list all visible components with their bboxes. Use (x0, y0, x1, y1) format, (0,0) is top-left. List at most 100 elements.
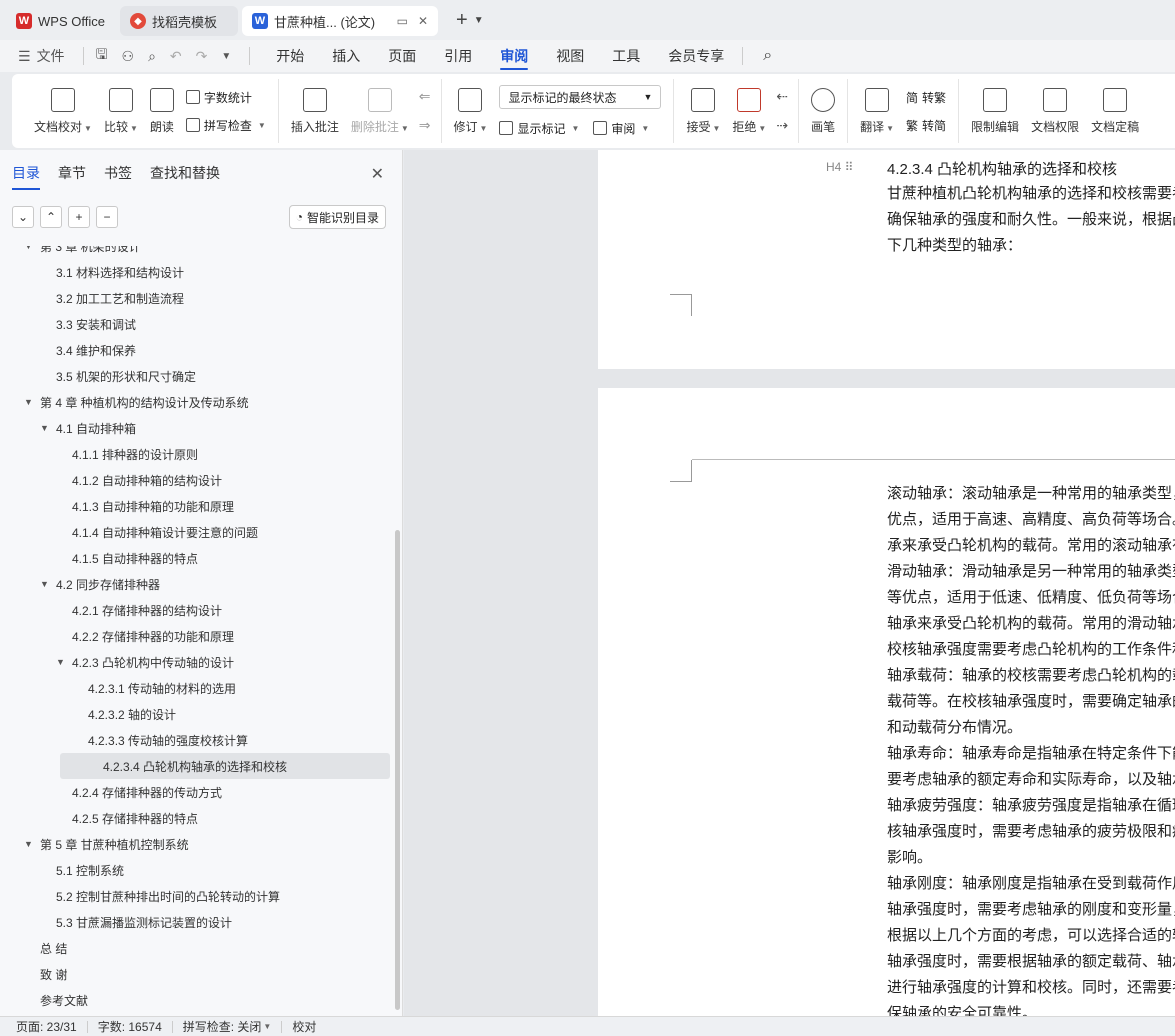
toc-item[interactable]: 3.5 机架的形状和尺寸确定 (0, 363, 395, 389)
paragraph-line[interactable]: 载荷等。在校核轴承强度时，需要确定轴承的基本额定载荷和动载荷 (887, 688, 1175, 714)
expand-arrow-icon[interactable]: ▼ (40, 579, 52, 589)
toc-item[interactable]: 致 谢 (0, 961, 395, 987)
paragraph-line[interactable]: 下几种类型的轴承： (887, 232, 1022, 258)
word-count-button[interactable]: 字数统计 (185, 88, 266, 106)
spell-check-status[interactable]: 拼写检查: 关闭 ▼ (173, 1020, 283, 1034)
menu-start[interactable]: 开始 (262, 40, 318, 72)
paragraph-line[interactable]: 和动载荷分布情况。 (887, 714, 1022, 740)
toc-item[interactable]: 参考文献 (0, 987, 395, 1013)
read-aloud-button[interactable]: 朗读 (144, 79, 180, 143)
remove-heading-icon[interactable]: − (96, 206, 118, 228)
toc-scrollbar[interactable] (395, 530, 400, 1010)
toc-item[interactable]: 4.1.3 自动排种箱的功能和原理 (0, 493, 395, 519)
paragraph-line[interactable]: 轴承疲劳强度：轴承疲劳强度是指轴承在循环载荷作用下出现疲 (887, 792, 1175, 818)
revise-button[interactable]: 修订 ▼ (448, 79, 494, 143)
collapse-up-icon[interactable]: ⌃ (40, 206, 62, 228)
paragraph-line[interactable]: 轴承载荷：轴承的校核需要考虑凸轮机构的载荷特点，包括径向 (887, 662, 1175, 688)
close-icon[interactable]: ✕ (371, 164, 384, 184)
toc-item[interactable]: 5.3 甘蔗漏播监测标记装置的设计 (0, 909, 395, 935)
toc-item[interactable]: 4.2.3.2 轴的设计 (0, 701, 395, 727)
paragraph-line[interactable]: 滑动轴承：滑动轴承是另一种常用的轴承类型，其结构简单、制 (887, 558, 1175, 584)
share-icon[interactable]: ⚇ (122, 48, 135, 65)
toc-item[interactable]: 4.2.2 存储排种器的功能和原理 (0, 623, 395, 649)
word-count-status[interactable]: 字数: 16574 (88, 1020, 173, 1034)
delete-comment-button[interactable]: 删除批注 ▼ (345, 79, 415, 143)
expand-arrow-icon[interactable]: ▼ (24, 397, 36, 407)
paragraph-line[interactable]: 要考虑轴承的额定寿命和实际寿命，以及轴承寿命对凸轮机构的影响 (887, 766, 1175, 792)
paragraph-line[interactable]: 轴承刚度：轴承刚度是指轴承在受到载荷作用时的变形量与载荷 (887, 870, 1175, 896)
toc-item[interactable]: ▼ 第 5 章 甘蔗种植机控制系统 (0, 831, 395, 857)
paragraph-line[interactable]: 轴承强度时，需要根据轴承的额定载荷、轴承的额定寿命、轴承的疲劳 (887, 948, 1175, 974)
prev-change-icon[interactable]: ⇠ (776, 88, 788, 105)
toc-item[interactable]: 3.4 维护和保养 (0, 337, 395, 363)
next-change-icon[interactable]: ⇢ (776, 117, 788, 134)
menu-page[interactable]: 页面 (374, 40, 430, 72)
proof-status[interactable]: 校对 (282, 1020, 326, 1034)
close-tab-icon[interactable]: ✕ (418, 14, 428, 28)
paragraph-line[interactable]: 滚动轴承：滚动轴承是一种常用的轴承类型，其结构简单、使用 (887, 480, 1175, 506)
toc-item[interactable]: ▼ 第 4 章 种植机构的结构设计及传动系统 (0, 389, 395, 415)
undo-icon[interactable]: ↶ (170, 48, 182, 65)
tab-template[interactable]: ◆ 找稻壳模板 (120, 6, 238, 36)
toc-item[interactable]: 4.1.1 排种器的设计原则 (0, 441, 395, 467)
toc-item[interactable]: 3.1 材料选择和结构设计 (0, 259, 395, 285)
doc-final-button[interactable]: 文档定稿 (1085, 79, 1145, 143)
screen-icon[interactable]: ▭ (397, 14, 408, 28)
toc-item[interactable]: 4.2.4 存储排种器的传动方式 (0, 779, 395, 805)
insert-comment-button[interactable]: 插入批注 (285, 79, 345, 143)
toc-item[interactable]: 3.2 加工工艺和制造流程 (0, 285, 395, 311)
compare-button[interactable]: 比较 ▼ (98, 79, 144, 143)
toc-item[interactable]: 4.2.3.3 传动轴的强度校核计算 (0, 727, 395, 753)
save-icon[interactable]: 🖫 (96, 44, 108, 68)
menu-tools[interactable]: 工具 (598, 40, 654, 72)
toc-item[interactable]: ▼ 4.2.3 凸轮机构中传动轴的设计 (0, 649, 395, 675)
preview-icon[interactable]: ⌕ (148, 48, 156, 65)
to-simplified-button[interactable]: 繁转简 (906, 116, 946, 134)
tab-document[interactable]: W 甘蔗种植... (论文) ▭ ✕ (242, 6, 438, 36)
doc-proof-button[interactable]: 文档校对 ▼ (28, 79, 98, 143)
toc-item[interactable]: 4.1.4 自动排种箱设计要注意的问题 (0, 519, 395, 545)
redo-icon[interactable]: ↷ (196, 48, 208, 65)
nav-tab-bookmarks[interactable]: 书签 (104, 163, 132, 183)
more-chevron-icon[interactable]: ▼ (221, 51, 231, 62)
section-heading[interactable]: 4.2.3.4 凸轮机构轴承的选择和校核 (887, 158, 1117, 179)
toc-item[interactable]: ▼ 第 3 章 机架的设计 (0, 246, 395, 259)
expand-arrow-icon[interactable]: ▼ (24, 839, 36, 849)
paragraph-line[interactable]: 轴承寿命：轴承寿命是指轴承在特定条件下能够运转的时间。在 (887, 740, 1175, 766)
expand-arrow-icon[interactable]: ▼ (56, 657, 68, 667)
review-pane-button[interactable]: 审阅 ▼ (593, 119, 649, 137)
toc-item[interactable]: 总 结 (0, 935, 395, 961)
menu-insert[interactable]: 插入 (318, 40, 374, 72)
show-markup-button[interactable]: 显示标记 ▼ (499, 119, 579, 137)
paragraph-line[interactable]: 核轴承强度时，需要考虑轴承的疲劳极限和疲劳寿命，以及轴承的疲 (887, 818, 1175, 844)
toc-item[interactable]: 3.3 安装和调试 (0, 311, 395, 337)
toc-item[interactable]: ▼ 4.2 同步存储排种器 (0, 571, 395, 597)
add-heading-icon[interactable]: + (68, 206, 90, 228)
search-icon[interactable]: ⌕ (763, 47, 772, 65)
paragraph-line[interactable]: 校核轴承强度需要考虑凸轮机构的工作条件和载荷特点，主要包 (887, 636, 1175, 662)
paragraph-line[interactable]: 等优点，适用于低速、低精度、低负荷等场合。在甘蔗种植机凸轮机 (887, 584, 1175, 610)
next-comment-icon[interactable]: ⇒ (419, 117, 431, 134)
nav-tab-find-replace[interactable]: 查找和替换 (150, 163, 220, 183)
expand-arrow-icon[interactable]: ▼ (40, 423, 52, 433)
nav-tab-toc[interactable]: 目录 (12, 163, 40, 190)
paragraph-line[interactable]: 影响。 (887, 844, 932, 870)
toc-item[interactable]: 4.1.5 自动排种器的特点 (0, 545, 395, 571)
menu-reference[interactable]: 引用 (430, 40, 486, 72)
paragraph-line[interactable]: 承来承受凸轮机构的载荷。常用的滚动轴承有圆锥滚子轴承、球轴承 (887, 532, 1175, 558)
to-traditional-button[interactable]: 简转繁 (906, 88, 946, 106)
paragraph-line[interactable]: 优点，适用于高速、高精度、高负荷等场合。在甘蔗种植机凸轮机构 (887, 506, 1175, 532)
hamburger-icon[interactable]: ☰ (18, 48, 31, 65)
collapse-down-icon[interactable]: ⌄ (12, 206, 34, 228)
paragraph-line[interactable]: 保轴承的安全可靠性。 (887, 1000, 1037, 1016)
smart-toc-button[interactable]: ◔ 智能识别目录 (288, 205, 386, 229)
paragraph-line[interactable]: 进行轴承强度的计算和校核。同时，还需要考虑轴承的安装方式、润 (887, 974, 1175, 1000)
new-tab-button[interactable]: + ▼ (456, 9, 484, 32)
paragraph-line[interactable]: 确保轴承的强度和耐久性。一般来说，根据凸轮机构的工作条件和载荷 (887, 206, 1175, 232)
file-menu[interactable]: 文件 (37, 46, 65, 66)
page-indicator[interactable]: 页面: 23/31 (16, 1020, 88, 1034)
accept-button[interactable]: 接受 ▼ (680, 79, 726, 143)
spell-check-button[interactable]: 拼写检查 ▼ (185, 116, 266, 134)
nav-tab-chapters[interactable]: 章节 (58, 163, 86, 183)
toc-item[interactable]: 4.2.5 存储排种器的特点 (0, 805, 395, 831)
